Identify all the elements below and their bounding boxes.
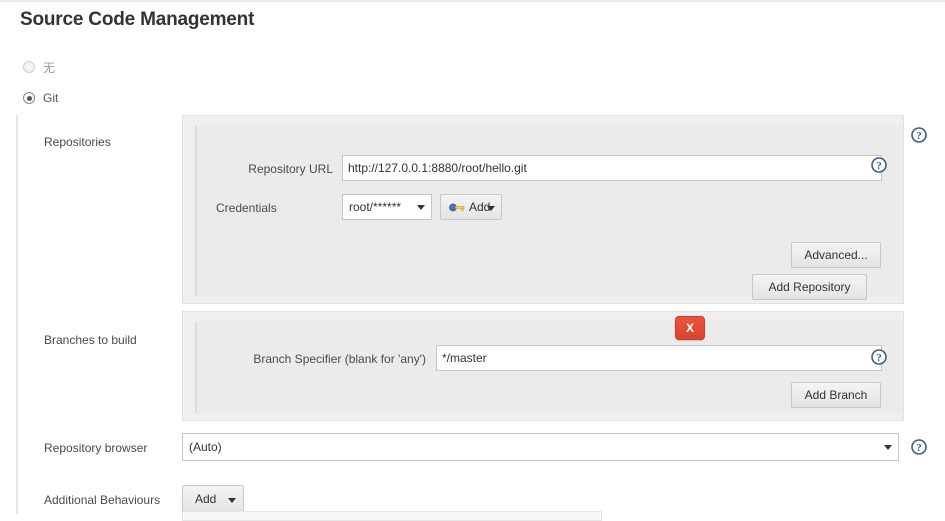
add-credentials-button[interactable]: Add <box>440 194 502 220</box>
svg-text:?: ? <box>876 160 882 172</box>
add-behaviour-button[interactable]: Add <box>182 485 244 513</box>
credentials-select[interactable]: root/****** <box>342 194 432 220</box>
repository-url-input[interactable] <box>342 155 882 181</box>
repository-browser-row: Repository browser (Auto) ? <box>18 428 929 474</box>
repository-browser-selected-value: (Auto) <box>189 440 222 454</box>
help-icon-branch-specifier[interactable]: ? <box>871 349 887 365</box>
advanced-button[interactable]: Advanced... <box>791 242 881 268</box>
branches-row: Branches to build Branch Specifier (blan… <box>18 311 929 421</box>
repository-browser-label: Repository browser <box>44 441 148 455</box>
help-icon[interactable]: ? <box>911 127 927 143</box>
help-icon-repository-browser[interactable]: ? <box>911 439 927 455</box>
svg-text:?: ? <box>916 442 922 454</box>
scm-option-none-label: 无 <box>43 60 56 75</box>
repository-browser-select[interactable]: (Auto) <box>182 433 899 461</box>
git-settings-area: Repositories Repository URL Credentials … <box>16 115 929 521</box>
behaviour-panel-edge <box>182 511 602 521</box>
radio-git[interactable] <box>23 92 35 104</box>
repository-url-label: Repository URL <box>248 162 333 176</box>
branches-block: Branch Specifier (blank for 'any') Add B… <box>182 311 904 421</box>
scm-option-git[interactable]: Git <box>23 90 58 106</box>
repositories-row: Repositories Repository URL Credentials … <box>18 115 929 304</box>
branch-entry-panel: Branch Specifier (blank for 'any') Add B… <box>195 321 903 413</box>
chevron-down-icon <box>417 205 425 210</box>
chevron-down-icon <box>228 498 236 503</box>
additional-behaviours-label: Additional Behaviours <box>44 493 161 507</box>
delete-branch-button[interactable]: X <box>675 316 705 340</box>
branch-specifier-label: Branch Specifier (blank for 'any') <box>253 352 426 366</box>
additional-behaviours-row: Additional Behaviours Add <box>18 477 929 521</box>
key-icon <box>449 203 465 212</box>
branches-label: Branches to build <box>44 333 137 347</box>
chevron-down-icon <box>487 206 495 211</box>
repositories-block: Repository URL Credentials root/****** <box>182 115 904 304</box>
svg-text:?: ? <box>916 130 922 142</box>
help-icon-repository-url[interactable]: ? <box>871 157 887 173</box>
credentials-label: Credentials <box>216 201 277 215</box>
scm-option-git-label: Git <box>43 91 59 105</box>
add-repository-button[interactable]: Add Repository <box>752 274 867 300</box>
scm-option-none[interactable]: 无 <box>23 59 55 75</box>
branch-specifier-input[interactable] <box>436 345 882 371</box>
repository-entry-panel: Repository URL Credentials root/****** <box>195 125 903 296</box>
scm-config-page: Source Code Management 无 Git Repositorie… <box>0 0 945 521</box>
chevron-down-icon <box>884 445 892 450</box>
credentials-selected-value: root/****** <box>349 200 402 214</box>
add-behaviour-label: Add <box>195 492 217 506</box>
radio-none[interactable] <box>23 61 35 73</box>
svg-text:?: ? <box>876 352 882 364</box>
page-title: Source Code Management <box>20 9 255 30</box>
repositories-label: Repositories <box>44 135 111 149</box>
add-branch-button[interactable]: Add Branch <box>791 382 881 408</box>
